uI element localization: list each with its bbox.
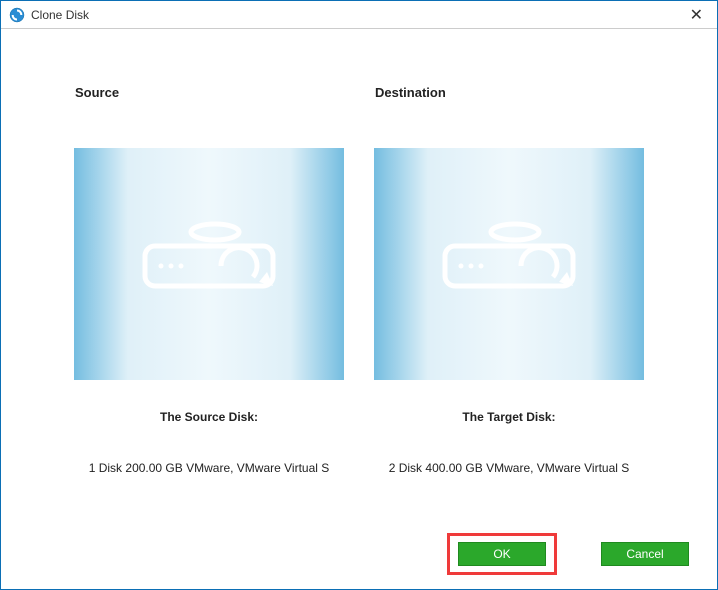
- content-area: Source The Source Disk: 1 Disk 200.00 GB…: [1, 29, 717, 477]
- source-header: Source: [75, 85, 119, 100]
- window-title: Clone Disk: [31, 8, 684, 22]
- destination-disk-box[interactable]: [374, 148, 644, 380]
- source-section-label: The Source Disk:: [160, 410, 258, 424]
- disk-icon: [139, 214, 279, 314]
- ok-button[interactable]: OK: [458, 542, 546, 566]
- source-disk-desc: 1 Disk 200.00 GB VMware, VMware Virtual …: [81, 460, 338, 477]
- destination-section-label: The Target Disk:: [462, 410, 555, 424]
- button-row: OK Cancel: [447, 533, 689, 575]
- source-disk-box[interactable]: [74, 148, 344, 380]
- ok-highlight-box: OK: [447, 533, 557, 575]
- close-icon[interactable]: ✕: [684, 5, 709, 25]
- destination-panel: Destination The Target Disk: 2 Disk 400.…: [371, 85, 647, 477]
- disk-icon: [439, 214, 579, 314]
- titlebar: Clone Disk ✕: [1, 1, 717, 29]
- source-panel: Source The Source Disk: 1 Disk 200.00 GB…: [71, 85, 347, 477]
- app-icon: [9, 7, 25, 23]
- destination-disk-desc: 2 Disk 400.00 GB VMware, VMware Virtual …: [381, 460, 638, 477]
- destination-header: Destination: [375, 85, 446, 100]
- cancel-button[interactable]: Cancel: [601, 542, 689, 566]
